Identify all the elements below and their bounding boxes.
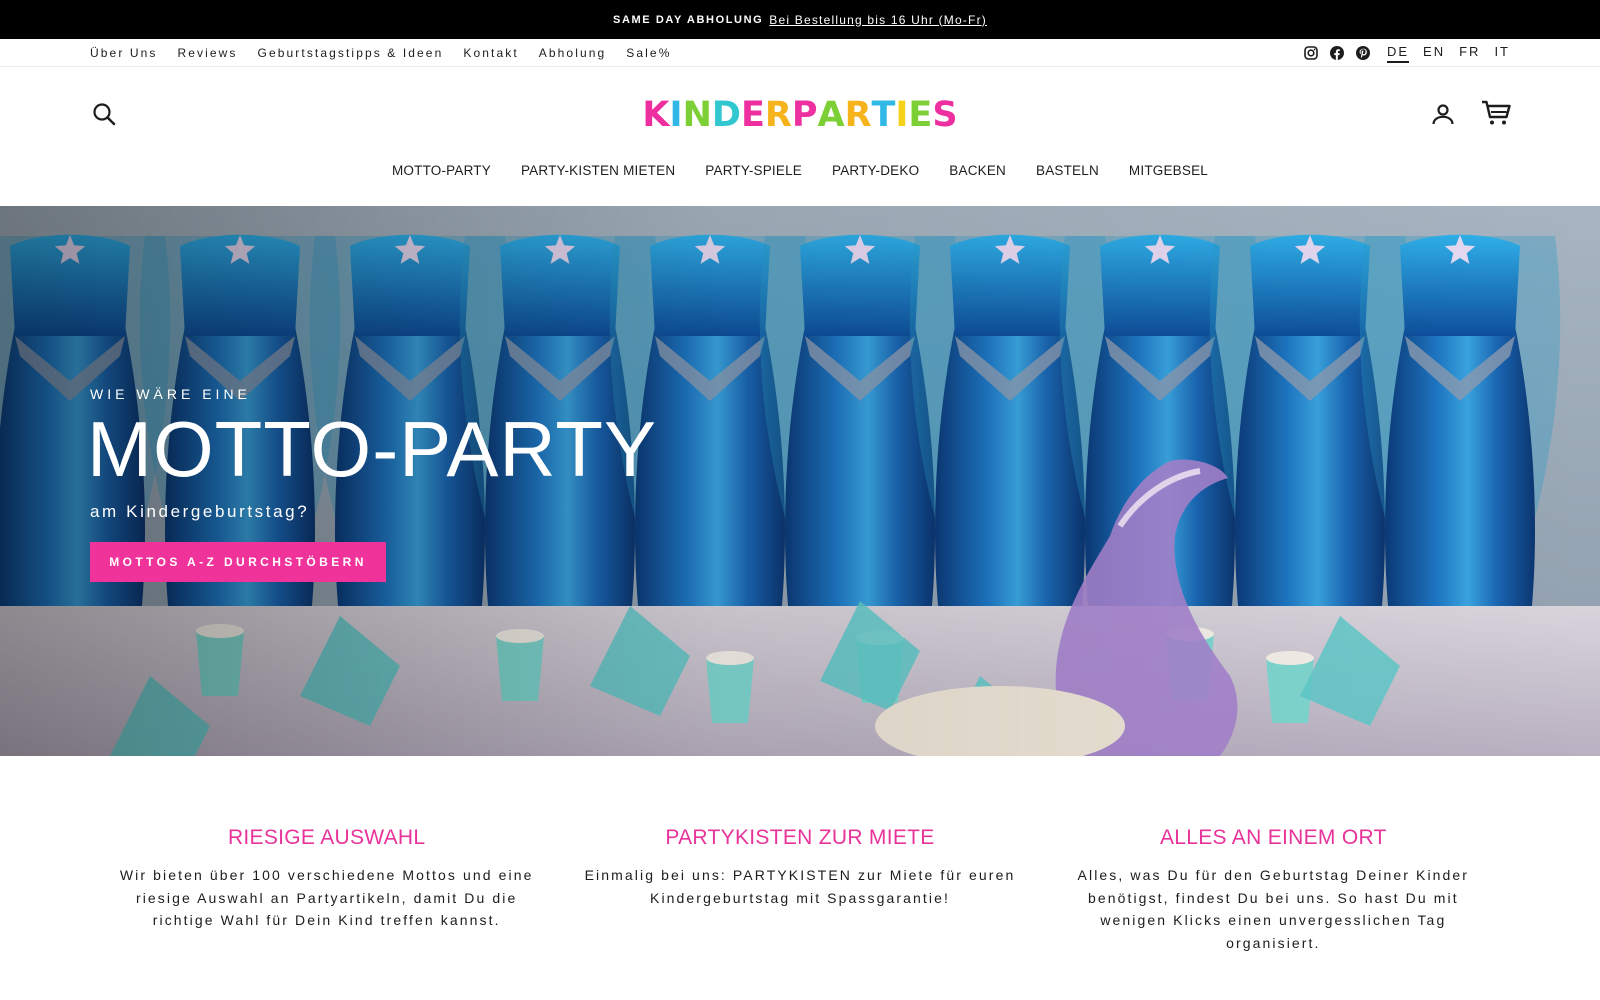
feature-title: RIESIGE AUSWAHL — [227, 826, 426, 849]
logo-letter: A — [817, 95, 845, 135]
utility-link-reviews[interactable]: Reviews — [177, 46, 237, 60]
nav-party-deko[interactable]: PARTY-DEKO — [832, 163, 919, 178]
language-fr[interactable]: FR — [1459, 44, 1480, 63]
logo-letter: D — [711, 95, 741, 135]
logo-letter: T — [871, 95, 896, 135]
hero-cta-button[interactable]: MOTTOS A-Z DURCHSTÖBERN — [90, 542, 386, 582]
feature-riesige-auswahl: RIESIGE AUSWAHL Wir bieten über 100 vers… — [90, 826, 563, 954]
language-en[interactable]: EN — [1423, 44, 1445, 63]
logo-letter: I — [895, 95, 909, 135]
hero-banner: WIE WÄRE EINE MOTTO-PARTY am Kindergebur… — [0, 206, 1600, 756]
logo-letter: N — [682, 95, 712, 135]
nav-party-kisten-mieten[interactable]: PARTY-KISTEN MIETEN — [521, 163, 675, 178]
logo-letter: I — [669, 95, 683, 135]
main-nav: MOTTO-PARTY PARTY-KISTEN MIETEN PARTY-SP… — [0, 163, 1600, 178]
account-icon[interactable] — [1429, 100, 1457, 128]
hero-headline: MOTTO-PARTY — [87, 405, 658, 493]
logo-letter: E — [908, 95, 933, 135]
utility-link-kontakt[interactable]: Kontakt — [463, 46, 518, 60]
announcement-bar: SAME DAY ABHOLUNG Bei Bestellung bis 16 … — [0, 0, 1600, 39]
feature-text: Wir bieten über 100 verschiedene Mottos … — [119, 867, 534, 928]
announcement-bold: SAME DAY ABHOLUNG — [613, 13, 764, 26]
logo-letter: K — [642, 95, 670, 135]
pinterest-icon[interactable] — [1355, 45, 1371, 61]
utility-right: DE EN FR IT — [1303, 39, 1510, 67]
logo-letter: R — [764, 95, 792, 135]
language-de[interactable]: DE — [1386, 44, 1410, 63]
utility-bar: Über Uns Reviews Geburtstagstipps & Idee… — [0, 39, 1600, 67]
feature-title: ALLES AN EINEM ORT — [1159, 826, 1387, 849]
utility-link-ueber-uns[interactable]: Über Uns — [90, 46, 157, 60]
hero-subline: am Kindergeburtstag? — [90, 502, 310, 521]
logo-letter: S — [932, 95, 958, 135]
nav-backen[interactable]: BACKEN — [949, 163, 1006, 178]
nav-mitgebsel[interactable]: MITGEBSEL — [1129, 163, 1208, 178]
feature-text: Alles, was Du für den Geburtstag Deiner … — [1077, 867, 1470, 951]
features-row: RIESIGE AUSWAHL Wir bieten über 100 vers… — [90, 826, 1510, 954]
nav-party-spiele[interactable]: PARTY-SPIELE — [705, 163, 802, 178]
language-it[interactable]: IT — [1494, 44, 1510, 63]
cart-icon[interactable] — [1480, 98, 1512, 128]
logo-letter: P — [791, 95, 818, 135]
site-header: KINDERPARTIES MOTTO-PARTY PARTY-KISTEN M… — [0, 67, 1600, 207]
feature-alles-an-einem-ort: ALLES AN EINEM ORT Alles, was Du für den… — [1037, 826, 1510, 954]
feature-text: Einmalig bei uns: PARTYKISTEN zur Miete … — [584, 867, 1016, 906]
utility-nav: Über Uns Reviews Geburtstagstipps & Idee… — [90, 39, 671, 67]
nav-motto-party[interactable]: MOTTO-PARTY — [392, 163, 491, 178]
site-logo[interactable]: KINDERPARTIES — [0, 95, 1600, 135]
instagram-icon[interactable] — [1303, 45, 1319, 61]
utility-link-abholung[interactable]: Abholung — [539, 46, 607, 60]
social-links — [1303, 45, 1371, 61]
announcement-link[interactable]: Bei Bestellung bis 16 Uhr (Mo-Fr) — [769, 13, 987, 27]
logo-letter: E — [740, 95, 765, 135]
hero-kicker: WIE WÄRE EINE — [90, 386, 251, 402]
feature-partykisten-zur-miete: PARTYKISTEN ZUR MIETE Einmalig bei uns: … — [563, 826, 1036, 954]
facebook-icon[interactable] — [1329, 45, 1345, 61]
language-switcher: DE EN FR IT — [1386, 44, 1510, 63]
feature-title: PARTYKISTEN ZUR MIETE — [665, 826, 935, 849]
nav-basteln[interactable]: BASTELN — [1036, 163, 1099, 178]
logo-letter: R — [844, 95, 872, 135]
utility-link-sale[interactable]: Sale% — [626, 46, 671, 60]
utility-link-geburtstagstipps[interactable]: Geburtstagstipps & Ideen — [258, 46, 444, 60]
